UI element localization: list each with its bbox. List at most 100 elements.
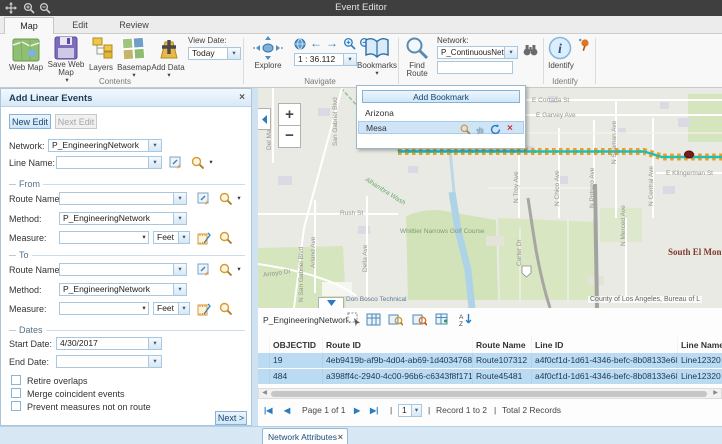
tab-edit[interactable]: Edit <box>56 17 104 33</box>
add-data-caret-icon[interactable]: ▾ <box>165 73 173 79</box>
forward-extent-icon[interactable]: → <box>326 36 338 50</box>
network-field-caret-icon[interactable]: ▾ <box>149 139 162 152</box>
col-route-name[interactable]: Route Name <box>473 337 532 353</box>
bookmark-delete-icon[interactable]: × <box>507 122 513 135</box>
tab-map[interactable]: Map <box>4 17 54 34</box>
to-zoom-route-icon[interactable] <box>219 263 233 277</box>
start-date-field[interactable]: 4/30/2017 <box>56 337 149 350</box>
to-route-name-field[interactable] <box>59 263 174 276</box>
add-bookmark-button[interactable]: Add Bookmark <box>362 90 520 103</box>
save-web-map-button[interactable] <box>52 36 80 62</box>
page-number-select[interactable]: 1 <box>398 404 412 417</box>
select-line-on-map-icon[interactable] <box>169 156 183 170</box>
network-caret-icon[interactable]: ▾ <box>505 46 518 59</box>
bookmark-pan-icon[interactable] <box>475 124 486 135</box>
zoom-to-line-caret-icon[interactable]: ▾ <box>207 160 215 166</box>
bookmarks-button[interactable] <box>362 36 392 62</box>
sort-icon[interactable]: AZ <box>458 312 473 327</box>
to-measure-field[interactable] <box>59 302 149 315</box>
network-attributes-close-icon[interactable]: × <box>338 432 343 442</box>
next-page-icon[interactable]: ▶ <box>354 404 360 417</box>
to-units-caret-icon[interactable]: ▾ <box>179 302 190 315</box>
to-select-route-icon[interactable] <box>197 263 211 277</box>
save-web-map-caret-icon[interactable]: ▾ <box>63 78 71 84</box>
identify-button[interactable]: i <box>548 36 574 62</box>
zoom-to-line-icon[interactable] <box>191 156 205 170</box>
last-page-icon[interactable]: ▶| <box>370 404 378 417</box>
to-method-field[interactable]: P_EngineeringNetwork <box>59 283 174 296</box>
basemap-button[interactable] <box>120 36 148 62</box>
add-selected-icon[interactable] <box>435 312 450 327</box>
from-route-name-field[interactable] <box>59 192 174 205</box>
to-units-select[interactable]: Feet <box>153 302 179 315</box>
table-row[interactable]: 484 a398ff4c-2940-4c00-96b6-c6343f8f1711… <box>258 369 722 385</box>
from-method-field[interactable]: P_EngineeringNetwork <box>59 212 174 225</box>
bookmark-item-mesa[interactable]: Mesa × <box>358 121 524 134</box>
globe-icon[interactable] <box>294 38 306 50</box>
first-page-icon[interactable]: |◀ <box>264 404 272 417</box>
table-row[interactable]: 19 4eb9419b-af9b-4d04-ab69-1d403476802b … <box>258 353 722 369</box>
from-zoom-route-icon[interactable] <box>219 192 233 206</box>
merge-coincident-checkbox[interactable] <box>11 388 21 398</box>
binoculars-icon[interactable] <box>523 43 538 57</box>
scroll-left-arrow[interactable]: ◀ <box>260 390 269 397</box>
map-zoom-in-icon[interactable] <box>343 37 356 50</box>
from-route-name-caret-icon[interactable]: ▾ <box>174 192 187 205</box>
new-edit-button[interactable]: New Edit <box>9 114 51 129</box>
from-measure-tool-icon[interactable] <box>197 231 211 245</box>
network-attributes-tab[interactable]: Network Attributes × <box>262 428 348 444</box>
from-select-route-icon[interactable] <box>197 192 211 206</box>
row-gutter[interactable] <box>258 369 270 384</box>
col-route-id[interactable]: Route ID <box>323 337 473 353</box>
panel-close-icon[interactable]: × <box>239 92 245 103</box>
pushpin-icon[interactable] <box>577 38 591 52</box>
from-measure-caret-icon[interactable]: ▾ <box>140 235 148 241</box>
network-field[interactable]: P_EngineeringNetwork <box>48 139 149 152</box>
line-name-caret-icon[interactable]: ▾ <box>149 156 162 169</box>
retire-overlaps-checkbox[interactable] <box>11 375 21 385</box>
add-data-button[interactable] <box>154 36 184 62</box>
next-edit-button[interactable]: Next Edit <box>55 114 97 129</box>
scroll-thumb[interactable] <box>271 391 707 398</box>
next-step-button[interactable]: Next > <box>215 411 247 425</box>
view-date-select[interactable]: Today <box>188 47 228 60</box>
layers-button[interactable] <box>88 36 116 62</box>
collapse-panel-tab[interactable] <box>258 108 271 130</box>
network-select[interactable]: P_ContinuousNetwork <box>437 46 505 59</box>
prevent-measures-checkbox[interactable] <box>11 401 21 411</box>
start-date-caret-icon[interactable]: ▾ <box>149 337 162 350</box>
bookmark-zoom-icon[interactable] <box>460 124 471 135</box>
from-units-select[interactable]: Feet <box>153 231 179 244</box>
col-line-id[interactable]: Line ID <box>532 337 678 353</box>
map-zoom-in-button[interactable]: + <box>278 103 301 126</box>
from-zoom-route-caret-icon[interactable]: ▾ <box>235 196 243 202</box>
end-date-field[interactable] <box>56 355 149 368</box>
col-line-name[interactable]: Line Name <box>678 337 722 353</box>
scroll-right-arrow[interactable]: ▶ <box>711 390 720 397</box>
end-date-caret-icon[interactable]: ▾ <box>149 355 162 368</box>
row-gutter[interactable] <box>258 353 270 368</box>
to-route-name-caret-icon[interactable]: ▾ <box>174 263 187 276</box>
table-icon[interactable] <box>366 312 381 327</box>
scale-input[interactable]: 1 : 36.112 <box>294 53 344 66</box>
to-measure-tool-icon[interactable] <box>197 302 211 316</box>
from-method-caret-icon[interactable]: ▾ <box>174 212 187 225</box>
bookmark-item-arizona[interactable]: Arizona <box>358 107 524 120</box>
map-zoom-out-button[interactable]: − <box>278 125 301 148</box>
to-measure-zoom-icon[interactable] <box>219 302 233 316</box>
bookmarks-caret-icon[interactable]: ▾ <box>373 71 381 77</box>
tab-review[interactable]: Review <box>108 17 160 33</box>
select-records-icon[interactable] <box>347 312 362 327</box>
pan-to-selected-icon[interactable] <box>412 312 427 327</box>
from-measure-field[interactable] <box>59 231 149 244</box>
page-number-caret-icon[interactable]: ▾ <box>412 404 422 417</box>
zoom-to-selected-icon[interactable] <box>388 312 403 327</box>
route-input[interactable] <box>437 61 513 74</box>
from-units-caret-icon[interactable]: ▾ <box>179 231 190 244</box>
col-objectid[interactable]: OBJECTID <box>270 337 323 353</box>
table-h-scrollbar[interactable]: ◀ ▶ <box>258 388 722 399</box>
back-extent-icon[interactable]: ← <box>310 36 322 50</box>
view-date-caret-icon[interactable]: ▾ <box>228 47 241 60</box>
to-method-caret-icon[interactable]: ▾ <box>174 283 187 296</box>
bookmark-refresh-icon[interactable] <box>490 124 501 135</box>
